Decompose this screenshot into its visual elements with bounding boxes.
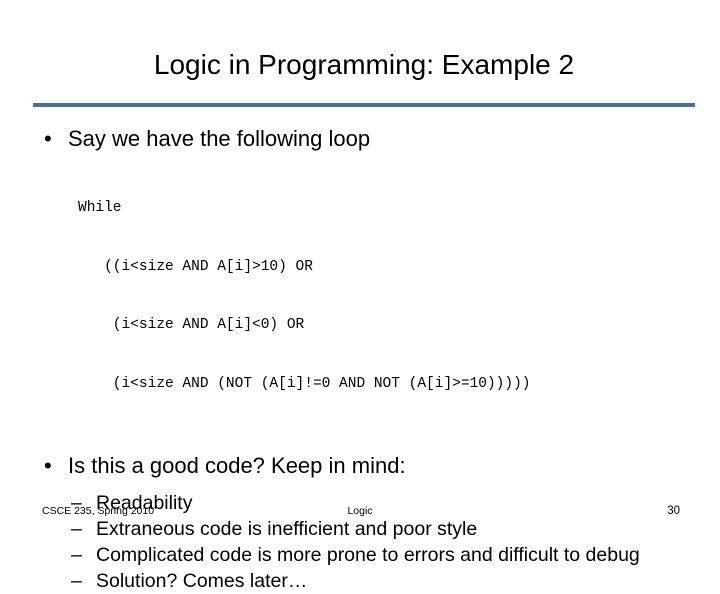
slide-canvas: Logic in Programming: Example 2 • Say we…	[0, 0, 720, 592]
bullet-item-loop-intro: • Say we have the following loop	[0, 124, 720, 154]
bullet-item-good-code: • Is this a good code? Keep in mind:	[0, 451, 720, 481]
code-block: While ((i<size AND A[i]>10) OR (i<size A…	[0, 160, 720, 433]
code-line: While	[78, 200, 122, 216]
dash-marker-icon: –	[71, 544, 82, 566]
list-item-label: Solution? Comes later…	[96, 570, 308, 592]
bullet-label: Say we have the following loop	[68, 126, 371, 151]
title-divider	[33, 103, 695, 107]
page-title: Logic in Programming: Example 2	[153, 49, 575, 80]
slide-body: • Say we have the following loop While (…	[0, 124, 720, 594]
code-line: (i<size AND A[i]<0) OR	[78, 317, 305, 333]
dash-marker-icon: –	[71, 570, 82, 592]
list-item: – Complicated code is more prone to erro…	[0, 542, 720, 568]
footer-topic-label: Logic	[347, 505, 373, 517]
bullet-marker-icon: •	[44, 126, 52, 151]
code-line: ((i<size AND A[i]>10) OR	[78, 258, 313, 275]
code-line: (i<size AND (NOT (A[i]!=0 AND NOT (A[i]>…	[78, 375, 531, 392]
bullet-label: Is this a good code? Keep in mind:	[68, 453, 406, 478]
list-item: – Solution? Comes later…	[0, 568, 720, 594]
list-item-label: Complicated code is more prone to errors…	[96, 544, 640, 566]
bullet-marker-icon: •	[44, 453, 52, 478]
footer-page-number: 30	[667, 505, 680, 517]
slide-footer: CSCE 235, Spring 2010 Logic 30	[0, 499, 720, 523]
